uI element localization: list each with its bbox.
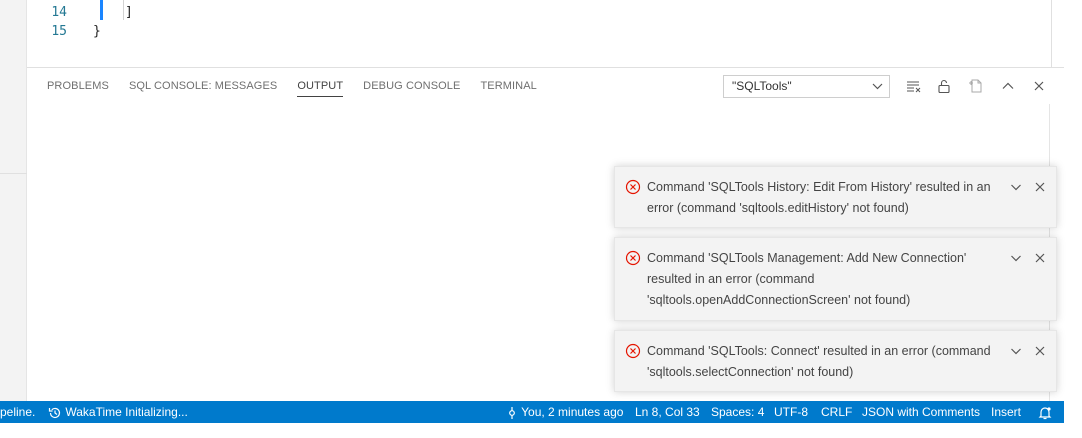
window-bottom-margin — [0, 423, 1082, 438]
tab-output[interactable]: OUTPUT — [297, 68, 343, 104]
status-vim-mode[interactable]: Insert — [991, 401, 1021, 423]
chevron-down-icon[interactable] — [1009, 180, 1023, 194]
notification-message: Command 'SQLTools History: Edit From His… — [647, 180, 991, 215]
error-icon — [625, 343, 641, 359]
line-number: 14 — [51, 5, 67, 20]
code-text[interactable]: ] — [125, 3, 133, 22]
tab-problems[interactable]: PROBLEMS — [47, 68, 109, 104]
output-channel-select[interactable]: "SQLTools" — [723, 75, 890, 98]
status-cursor-position[interactable]: Ln 8, Col 33 — [635, 401, 700, 423]
output-channel-value: "SQLTools" — [732, 79, 792, 93]
error-notification[interactable]: Command 'SQLTools Management: Add New Co… — [614, 237, 1057, 321]
status-bar: peline. WakaTime Initializing... You, 2 … — [0, 401, 1064, 423]
status-indentation[interactable]: Spaces: 4 — [711, 401, 764, 423]
notifications-bell-icon[interactable] — [1038, 401, 1052, 423]
history-icon — [48, 407, 61, 418]
close-icon[interactable] — [1033, 344, 1047, 358]
chevron-down-icon — [872, 76, 883, 105]
code-editor[interactable]: 14 ] 15 } — [27, 0, 1052, 67]
status-truncated-item[interactable]: peline. — [0, 401, 35, 423]
error-icon — [625, 250, 641, 266]
lock-scroll-icon[interactable] — [935, 77, 953, 95]
open-log-icon[interactable] — [967, 77, 985, 95]
chevron-down-icon[interactable] — [1009, 344, 1023, 358]
close-icon[interactable] — [1033, 180, 1047, 194]
close-panel-icon[interactable] — [1030, 77, 1048, 95]
tab-debug-console[interactable]: DEBUG CONSOLE — [363, 68, 460, 104]
editor-line[interactable]: 14 ] — [27, 3, 227, 22]
clear-output-icon[interactable] — [904, 77, 922, 95]
status-eol[interactable]: CRLF — [821, 401, 852, 423]
status-encoding[interactable]: UTF-8 — [774, 401, 808, 423]
editor-line[interactable]: 15 } — [27, 22, 227, 41]
error-icon — [625, 179, 641, 195]
line-number: 15 — [51, 24, 67, 39]
maximize-panel-icon[interactable] — [999, 77, 1017, 95]
status-git-blame[interactable]: You, 2 minutes ago — [506, 401, 623, 423]
tab-sql-console-messages[interactable]: SQL CONSOLE: MESSAGES — [129, 68, 277, 104]
close-icon[interactable] — [1033, 251, 1047, 265]
git-blame-label: You, 2 minutes ago — [521, 405, 624, 419]
panel-tabs: PROBLEMS SQL CONSOLE: MESSAGES OUTPUT DE… — [27, 68, 537, 104]
tab-terminal[interactable]: TERMINAL — [480, 68, 536, 104]
status-language-mode[interactable]: JSON with Comments — [862, 401, 980, 423]
status-wakatime[interactable]: WakaTime Initializing... — [48, 401, 188, 423]
vscode-window: 14 ] 15 } PROBLEMS SQL CONSOLE: MESSAGES… — [0, 0, 1082, 438]
error-notification[interactable]: Command 'SQLTools: Connect' resulted in … — [614, 330, 1057, 392]
side-bar-divider — [0, 173, 27, 174]
chevron-down-icon[interactable] — [1009, 251, 1023, 265]
side-bar-strip — [0, 0, 27, 401]
git-commit-icon — [509, 406, 515, 419]
notification-message: Command 'SQLTools: Connect' resulted in … — [647, 344, 991, 379]
error-notification[interactable]: Command 'SQLTools History: Edit From His… — [614, 166, 1057, 228]
notification-message: Command 'SQLTools Management: Add New Co… — [647, 251, 967, 307]
code-text[interactable]: } — [93, 22, 101, 41]
wakatime-label: WakaTime Initializing... — [65, 405, 188, 419]
